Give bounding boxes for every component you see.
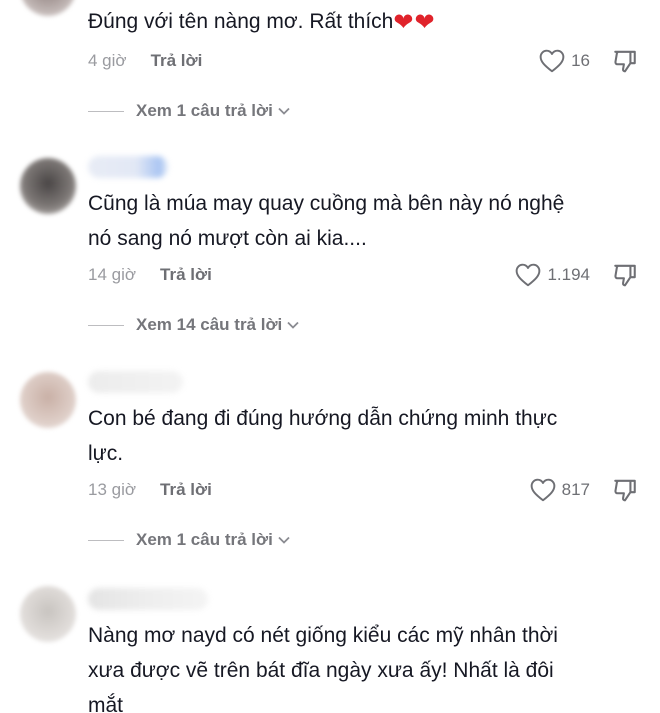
reply-button[interactable]: Trả lời [160,480,212,500]
comment-actions: 16 [539,48,638,74]
view-replies-label: Xem 1 câu trả lời [136,101,273,120]
avatar[interactable] [20,158,76,214]
comment-text: Con bé đang đi đúng hướng dẫn chứng minh… [88,401,648,471]
comment-meta: 13 giờ Trả lời [88,477,212,503]
avatar[interactable] [20,0,76,16]
comment-text: Nàng mơ nayd có nét giống kiểu các mỹ nh… [88,618,648,713]
comment-text-line: Nàng mơ nayd có nét giống kiểu các mỹ nh… [88,624,558,647]
comment-text-line: nó sang nó mượt còn ai kia.... [88,227,367,250]
heart-emoji: ❤❤ [393,9,436,36]
comment-time: 14 giờ [88,265,137,284]
comment-text-line: xưa được vẽ trên bát đĩa ngày xưa ấy! Nh… [88,659,554,682]
heart-outline-icon [516,263,541,287]
reply-button[interactable]: Trả lời [151,51,203,71]
comment-actions: 1.194 [515,262,638,288]
avatar[interactable] [20,372,76,428]
thumbs-down-icon [614,264,636,287]
view-replies-label: Xem 1 câu trả lời [136,530,273,549]
view-replies-button[interactable]: Xem 14 câu trả lời [88,313,300,337]
comment-text-line: Cũng là múa may quay cuồng mà bên này nó… [88,192,565,215]
dislike-button[interactable] [612,477,638,503]
heart-outline-icon [530,478,555,502]
username-redacted[interactable] [88,371,183,393]
dislike-button[interactable] [612,48,638,74]
username-redacted[interactable] [88,156,168,178]
avatar[interactable] [20,586,76,642]
divider [88,324,124,326]
comment-actions: 817 [530,477,638,503]
comment-time: 4 giờ [88,51,127,70]
comment-time: 13 giờ [88,480,137,499]
view-replies-button[interactable]: Xem 1 câu trả lời [88,528,291,552]
chevron-down-icon [277,535,291,545]
divider [88,110,124,112]
comment-meta: 4 giờ Trả lời [88,48,202,74]
comment-meta: 14 giờ Trả lời [88,262,212,288]
like-button[interactable]: 1.194 [515,263,590,287]
thumbs-down-icon [614,50,636,73]
divider [88,539,124,541]
comment-text-line: lực. [88,442,124,465]
heart-outline-icon [539,49,565,73]
like-button[interactable]: 817 [530,478,590,502]
like-count: 817 [561,480,590,499]
comment-text: Đúng với tên nàng mơ. Rất thích❤❤ [88,4,648,40]
view-replies-button[interactable]: Xem 1 câu trả lời [88,99,291,123]
like-button[interactable]: 16 [539,49,590,73]
like-count: 16 [571,51,590,70]
like-count: 1.194 [547,265,590,284]
chevron-down-icon [286,320,300,330]
chevron-down-icon [277,106,291,116]
dislike-button[interactable] [612,262,638,288]
view-replies-label: Xem 14 câu trả lời [136,315,283,334]
username-redacted[interactable] [88,588,208,610]
comment-text-line: Con bé đang đi đúng hướng dẫn chứng minh… [88,407,558,430]
comment-text-line: Đúng với tên nàng mơ. Rất thích [88,10,394,33]
comment-text: Cũng là múa may quay cuồng mà bên này nó… [88,186,648,256]
comment-list: Đúng với tên nàng mơ. Rất thích❤❤ 4 giờ … [0,0,660,713]
comment-text-line: mắt [88,694,124,713]
reply-button[interactable]: Trả lời [160,265,212,285]
thumbs-down-icon [614,479,636,502]
